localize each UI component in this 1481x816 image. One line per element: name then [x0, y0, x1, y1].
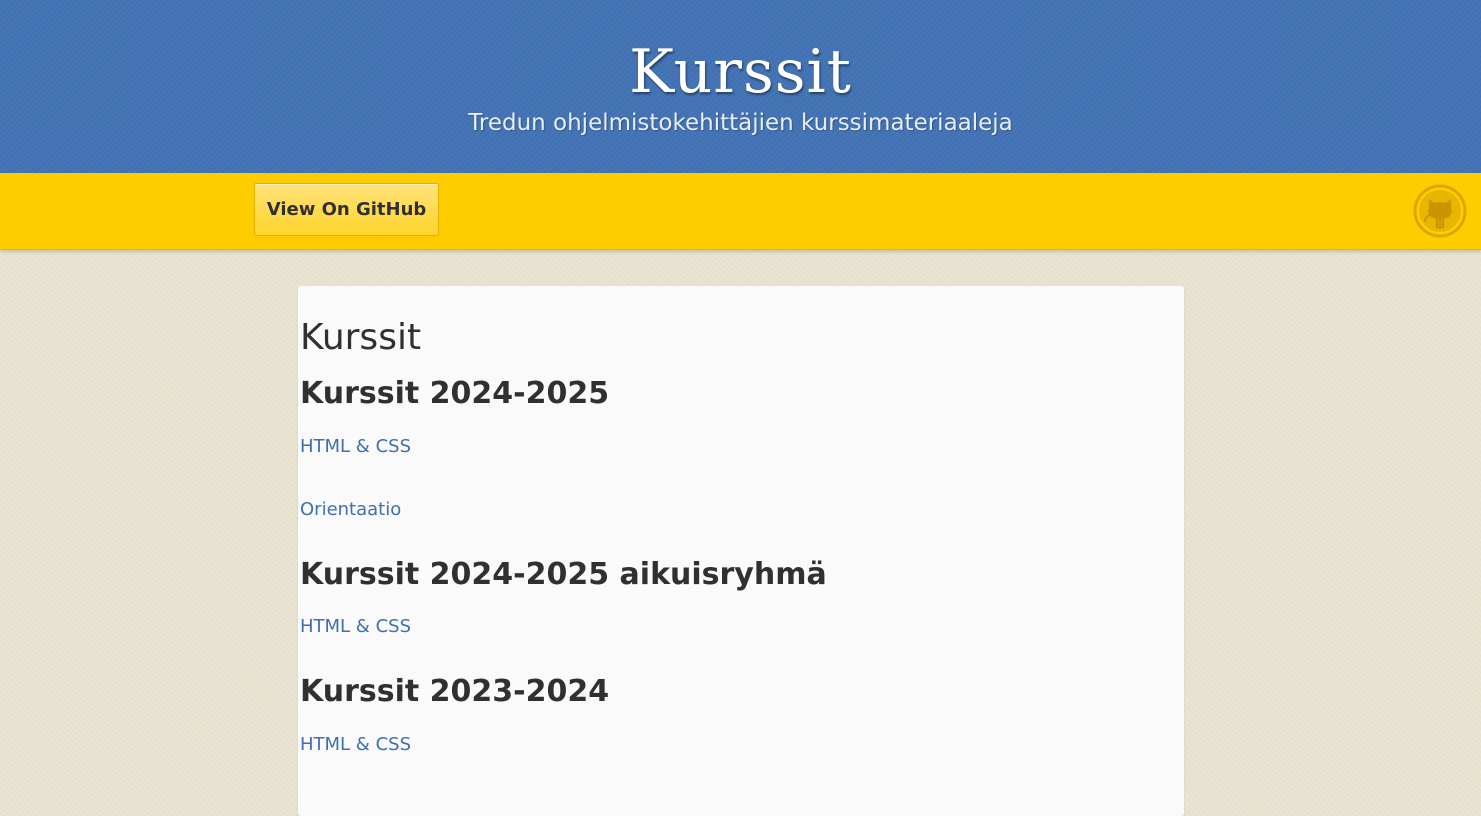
- link-orientaatio-2024-2025[interactable]: Orientaatio: [300, 498, 401, 522]
- section-heading-2024-2025: Kurssit 2024-2025: [300, 376, 610, 411]
- github-octocat-icon[interactable]: [1413, 184, 1467, 238]
- main-content-card: Kurssit Kurssit 2024-2025 HTML & CSS Ori…: [298, 286, 1184, 816]
- link-html-css-2024-2025[interactable]: HTML & CSS: [300, 435, 411, 459]
- page-heading: Kurssit: [300, 317, 422, 358]
- site-tagline: Tredun ohjelmistokehittäjien kurssimater…: [468, 110, 1013, 136]
- site-header: Kurssit Tredun ohjelmistokehittäjien kur…: [0, 0, 1481, 173]
- github-octocat-icon-graphic: [1413, 184, 1467, 238]
- ribbon-bar: View On GitHub: [0, 173, 1481, 250]
- section-heading-2023-2024: Kurssit 2023-2024: [300, 674, 610, 709]
- link-html-css-aikuisryhma[interactable]: HTML & CSS: [300, 615, 411, 639]
- link-html-css-2023-2024[interactable]: HTML & CSS: [300, 733, 411, 757]
- site-title: Kurssit: [629, 37, 852, 107]
- view-on-github-button[interactable]: View On GitHub: [254, 183, 439, 236]
- section-heading-2024-2025-aikuisryhma: Kurssit 2024-2025 aikuisryhmä: [300, 557, 827, 592]
